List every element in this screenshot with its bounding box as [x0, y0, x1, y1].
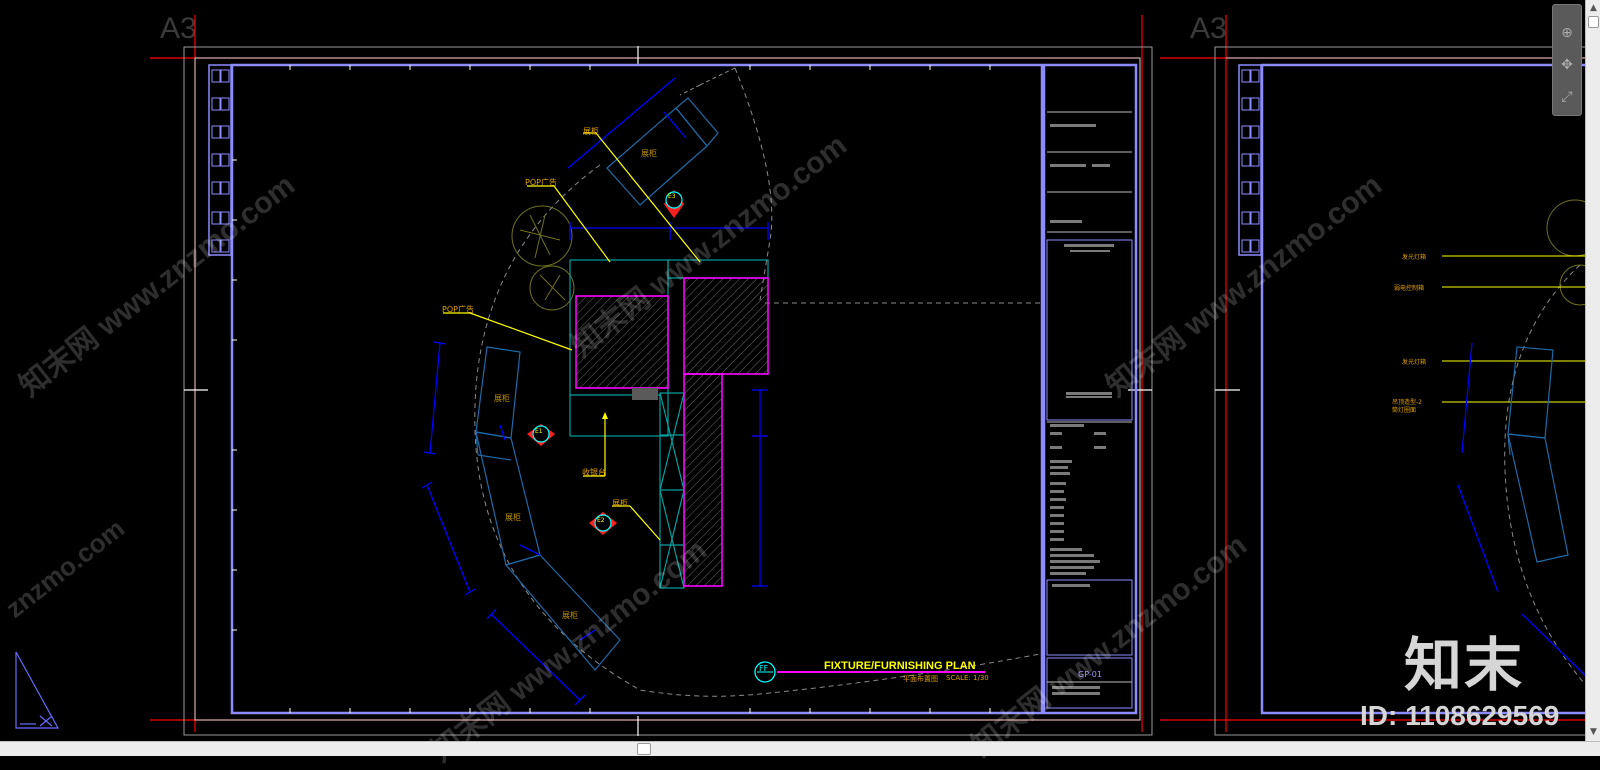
pan-icon[interactable]: ✥: [1557, 55, 1577, 75]
cad-drawing-area[interactable]: A3 A3 展柜 展柜 POP广告 POP广告 展柜 展柜 展柜 收银台 展柜 …: [0, 0, 1600, 768]
horizontal-scroll-thumb[interactable]: [637, 743, 651, 755]
label-display-right: 展柜: [612, 499, 628, 508]
orbit-icon[interactable]: ⤢: [1557, 87, 1577, 107]
vertical-scroll-thumb[interactable]: [1588, 16, 1599, 28]
label-pop-ad-1: POP广告: [525, 178, 557, 187]
label-display-top: 展柜: [583, 127, 599, 136]
vertical-scrollbar[interactable]: ▲ ▼: [1585, 0, 1600, 741]
label-lightbox-2: 发光灯箱: [1402, 359, 1427, 366]
label-display-bottom: 展柜: [505, 513, 521, 522]
zoom-icon[interactable]: ⊕: [1557, 23, 1577, 43]
brand-logo: 知末: [1404, 631, 1525, 699]
cad-linework: [15, 15, 1600, 736]
elevation-marker-e2: E2: [597, 517, 605, 524]
scroll-up-icon[interactable]: ▲: [1588, 2, 1599, 14]
drawing-scale: SCALE: 1/30: [946, 674, 989, 682]
label-display-left: 展柜: [494, 394, 510, 403]
horizontal-scrollbar[interactable]: [0, 741, 1600, 756]
plan-symbol: FF: [759, 664, 769, 673]
label-display-top-inner: 展柜: [641, 149, 657, 158]
scroll-down-icon[interactable]: ▼: [1588, 726, 1599, 738]
elevation-marker-e1: E1: [535, 428, 543, 435]
label-control-box: 弱电控制箱: [1394, 285, 1425, 292]
brand-id: ID: 1108629569: [1360, 700, 1560, 731]
elevation-marker-e3: E3: [668, 193, 676, 200]
label-counter: 收银台: [582, 468, 606, 477]
label-downlight: 筒灯圈面: [1392, 407, 1417, 414]
drawing-title: FIXTURE/FURNISHING PLAN: [824, 660, 976, 672]
label-lightbox-1: 发光灯箱: [1402, 254, 1427, 261]
label-pop-ad-2: POP广告: [442, 305, 474, 314]
drawing-subtitle: 平面布置图: [903, 675, 938, 683]
navigation-bar[interactable]: ⊕ ✥ ⤢: [1552, 4, 1582, 116]
